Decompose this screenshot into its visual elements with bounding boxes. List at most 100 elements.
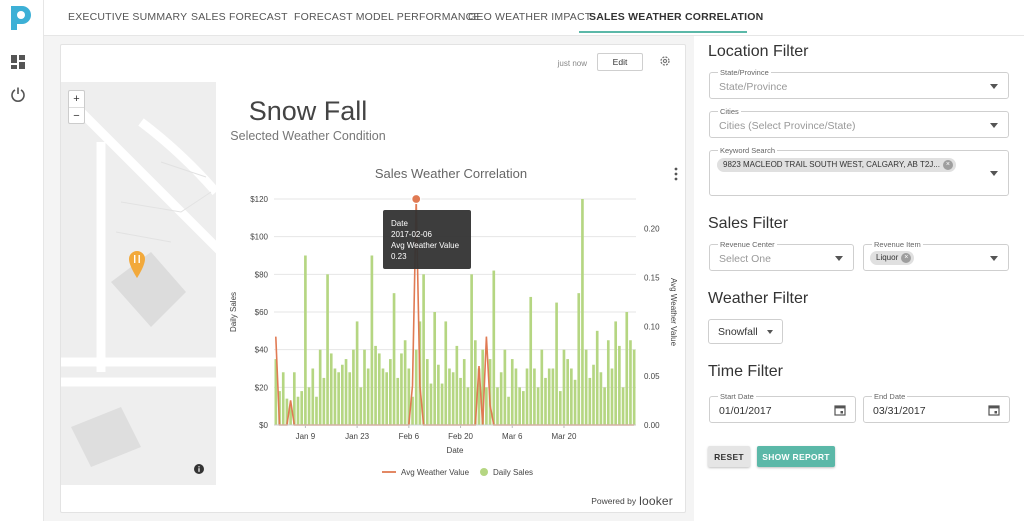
sales-bar	[533, 368, 536, 425]
sales-bar	[618, 345, 621, 425]
location-pin-icon[interactable]	[127, 250, 147, 280]
sales-bar	[333, 368, 337, 425]
sales-bar	[451, 372, 455, 425]
powered-by-text: Powered by	[591, 496, 637, 506]
chart-canvas[interactable]: $0 $20 $40 $60 $80 $100 $120 0.00 0.05 0.10 0.15 0.…	[216, 157, 686, 485]
tab-geo-weather-impact[interactable]: GEO WEATHER IMPACT	[468, 11, 591, 23]
x-tick-label: Feb 6	[399, 432, 420, 441]
legend-label-sales: Daily Sales	[493, 468, 533, 477]
sales-bar	[544, 377, 547, 425]
chip-remove-icon[interactable]: ×	[901, 253, 912, 263]
sales-bar	[359, 387, 363, 425]
sales-bar	[551, 368, 555, 425]
cities-label: Cities	[718, 107, 741, 116]
chevron-down-icon	[767, 330, 773, 334]
sales-bar	[566, 359, 569, 425]
y2-tick-label: 0.00	[644, 421, 660, 430]
weather-condition-title: Snow Fall	[248, 96, 368, 126]
sales-bar	[348, 372, 352, 425]
sales-bar	[385, 372, 388, 425]
sales-bar	[525, 368, 529, 425]
sales-bar	[592, 364, 595, 425]
sales-bar	[625, 312, 629, 425]
start-date-field[interactable]: Start Date 01/01/2017	[709, 392, 856, 423]
y-tick-label: $20	[255, 383, 269, 392]
revenue-item-chip[interactable]: Liquor ×	[870, 251, 915, 265]
sales-bar	[621, 387, 625, 425]
weather-condition-tile: Snow Fall Selected Weather Condition	[221, 89, 395, 153]
chip-remove-icon[interactable]: ×	[942, 160, 953, 170]
tab-sales-forecast[interactable]: SALES FORECAST	[191, 11, 288, 23]
y2-tick-label: 0.10	[644, 323, 660, 332]
sales-bar	[606, 340, 610, 425]
sales-bar	[304, 255, 307, 425]
report-card: just now Edit + − Snow Fall Selected Wea…	[60, 44, 686, 513]
time-filter-heading: Time Filter	[708, 363, 783, 380]
sales-bar	[573, 379, 577, 425]
sales-bar	[603, 387, 606, 425]
keyword-chip[interactable]: 9823 MACLEOD TRAIL SOUTH WEST, CALGARY, …	[717, 158, 956, 172]
sales-bar	[341, 364, 344, 425]
weather-select[interactable]: Snowfall	[708, 319, 783, 344]
tooltip-metric-label: Avg Weather Value	[391, 241, 460, 250]
sales-bar	[599, 372, 603, 425]
sales-bar	[429, 383, 433, 425]
sales-bar	[540, 349, 544, 425]
show-report-button[interactable]: SHOW REPORT	[757, 446, 835, 467]
tab-forecast-model-performance[interactable]: FORECAST MODEL PERFORMANCE	[294, 11, 481, 23]
keyword-search-select[interactable]: Keyword Search 9823 MACLEOD TRAIL SOUTH …	[709, 146, 1009, 196]
sales-bar	[344, 359, 348, 425]
tab-executive-summary[interactable]: EXECUTIVE SUMMARY	[68, 11, 187, 23]
y-tick-label: $40	[255, 346, 269, 355]
info-icon[interactable]	[194, 464, 204, 474]
calendar-icon[interactable]	[834, 404, 846, 416]
state-province-select[interactable]: State/Province State/Province	[709, 68, 1009, 99]
tab-sales-weather-correlation[interactable]: SALES WEATHER CORRELATION	[589, 11, 763, 23]
sales-bar	[296, 396, 300, 425]
sales-bar	[403, 340, 407, 425]
dashboard-icon[interactable]	[10, 54, 26, 70]
sales-bar	[492, 270, 496, 425]
sales-bar	[374, 345, 377, 425]
sales-bar	[389, 359, 392, 425]
chevron-down-icon	[990, 171, 998, 176]
sales-bar	[595, 330, 599, 425]
sales-bar	[281, 372, 285, 425]
revenue-center-select[interactable]: Revenue Center Select One	[709, 240, 854, 271]
edit-button[interactable]: Edit	[597, 53, 643, 71]
end-date-field[interactable]: End Date 03/31/2017	[863, 392, 1010, 423]
cities-select[interactable]: Cities Cities (Select Province/State)	[709, 107, 1009, 138]
y-tick-label: $0	[259, 421, 268, 430]
sales-bar	[363, 349, 366, 425]
calendar-icon[interactable]	[988, 404, 1000, 416]
power-icon[interactable]	[10, 86, 26, 102]
gear-icon[interactable]	[659, 55, 671, 67]
app-logo-icon[interactable]	[7, 4, 35, 32]
sales-bar	[522, 391, 525, 425]
tooltip-date: 2017-02-06	[391, 230, 432, 239]
sales-bar	[444, 321, 448, 425]
top-nav: EXECUTIVE SUMMARY SALES FORECAST FORECAS…	[44, 0, 1024, 36]
sales-bar	[307, 387, 311, 425]
reset-button[interactable]: RESET	[708, 446, 750, 467]
y-tick-label: $60	[255, 308, 269, 317]
sales-bar	[499, 372, 503, 425]
zoom-out-button[interactable]: −	[69, 108, 84, 124]
state-province-placeholder: State/Province	[719, 81, 788, 93]
sales-bar	[414, 349, 418, 425]
x-tick-label: Mar 6	[502, 432, 523, 441]
sales-bar	[422, 274, 425, 425]
sales-bar	[377, 353, 381, 425]
location-map[interactable]: + −	[61, 82, 216, 485]
sales-bar	[329, 353, 333, 425]
card-footer: Powered by looker	[61, 486, 685, 512]
sales-bar	[466, 387, 470, 425]
zoom-in-button[interactable]: +	[69, 91, 84, 107]
sales-bar	[433, 312, 437, 425]
sales-bar	[584, 349, 588, 425]
sales-bar	[322, 377, 326, 425]
refresh-timestamp: just now	[557, 59, 587, 68]
revenue-item-label: Revenue Item	[872, 240, 923, 249]
sales-bar	[485, 387, 488, 425]
revenue-item-select[interactable]: Revenue Item Liquor ×	[863, 240, 1009, 271]
